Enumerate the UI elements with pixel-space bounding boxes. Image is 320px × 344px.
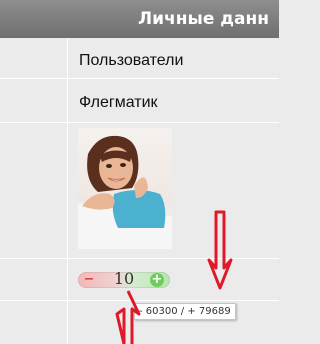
row-divider: [0, 78, 279, 79]
status-value: Флегматик: [79, 94, 158, 111]
red-up-arrow-icon: [115, 290, 141, 344]
row-divider: [0, 122, 279, 123]
header-title: Личные данн: [138, 9, 269, 29]
rating-widget: − 10 +: [78, 272, 170, 288]
username-value: Пользователи: [79, 52, 184, 69]
row-divider: [0, 258, 279, 259]
user-photo: [78, 128, 172, 249]
red-down-arrow-icon: [207, 210, 233, 290]
rating-tooltip: - 60300 / + 79689: [134, 303, 236, 320]
table-header: Личные данн: [0, 0, 279, 38]
rating-plus-button[interactable]: +: [150, 273, 164, 287]
column-divider: [67, 38, 68, 344]
